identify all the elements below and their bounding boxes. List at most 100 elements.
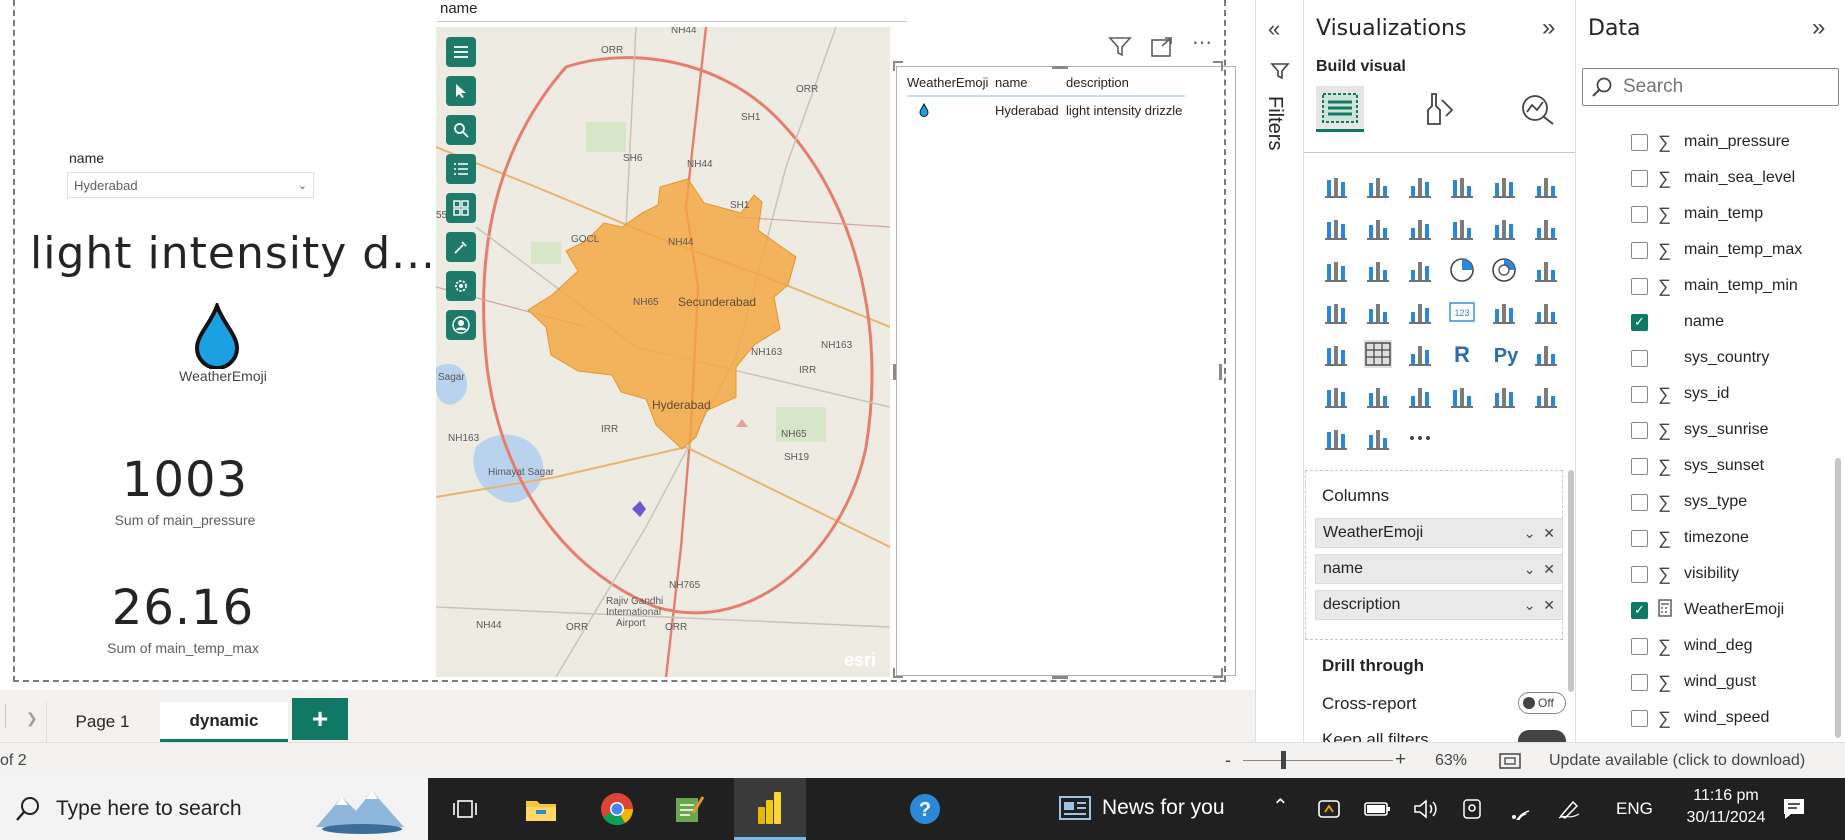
power-bi-icon[interactable] bbox=[734, 778, 806, 840]
notification-icon[interactable] bbox=[1781, 796, 1807, 827]
power-automate-icon[interactable] bbox=[1322, 424, 1350, 452]
field-checkbox[interactable] bbox=[1631, 709, 1648, 727]
slicer-icon[interactable] bbox=[1322, 340, 1350, 368]
add-page-button[interactable]: + bbox=[292, 698, 348, 740]
field-item-wind_deg[interactable]: ∑ wind_deg bbox=[1576, 628, 1836, 664]
close-icon[interactable]: ✕ bbox=[1543, 561, 1555, 577]
ribbon-chart-icon[interactable] bbox=[1532, 214, 1560, 242]
field-checkbox[interactable] bbox=[1631, 133, 1648, 151]
kpi-pressure-value[interactable]: 1003 bbox=[85, 452, 285, 508]
layers-grid-icon[interactable] bbox=[446, 193, 476, 223]
pie-chart-icon[interactable] bbox=[1448, 256, 1476, 284]
description-card[interactable]: light intensity d... bbox=[30, 228, 430, 279]
format-visual-icon[interactable] bbox=[1422, 92, 1456, 131]
update-available-link[interactable]: Update available (click to download) bbox=[1549, 752, 1805, 770]
chevron-down-icon[interactable]: ⌄ bbox=[1524, 561, 1536, 577]
gear-icon[interactable] bbox=[446, 271, 476, 301]
field-checkbox[interactable] bbox=[1631, 421, 1648, 439]
stacked-bar-icon[interactable] bbox=[1322, 172, 1350, 200]
field-checkbox[interactable] bbox=[1631, 385, 1648, 403]
notepad-app-icon[interactable] bbox=[668, 788, 710, 830]
column-well-description[interactable]: description ⌄ ✕ bbox=[1315, 590, 1563, 620]
key-influencers-icon[interactable] bbox=[1532, 340, 1560, 368]
gauge-icon[interactable] bbox=[1406, 298, 1434, 326]
filters-pane[interactable]: « Filters bbox=[1255, 0, 1303, 742]
metrics-trophy-icon[interactable] bbox=[1448, 382, 1476, 410]
field-checkbox[interactable]: ✓ bbox=[1631, 313, 1648, 331]
power-apps-icon[interactable] bbox=[1532, 382, 1560, 410]
chevron-down-icon[interactable]: ⌄ bbox=[1524, 525, 1536, 541]
table-visual[interactable]: WeatherEmoji name description Hyderabad … bbox=[896, 66, 1236, 676]
field-checkbox[interactable] bbox=[1631, 349, 1648, 367]
close-icon[interactable]: ✕ bbox=[1543, 525, 1555, 541]
stacked-area-icon[interactable] bbox=[1406, 214, 1434, 242]
kpi-icon[interactable] bbox=[1532, 298, 1560, 326]
field-item-timezone[interactable]: ∑ timezone bbox=[1576, 520, 1836, 556]
more-options-icon[interactable]: ⋯ bbox=[1192, 33, 1213, 64]
field-item-sys_type[interactable]: ∑ sys_type bbox=[1576, 484, 1836, 520]
zoom-in-button[interactable]: + bbox=[1395, 749, 1406, 771]
funnel-chart-icon[interactable] bbox=[1364, 256, 1392, 284]
field-checkbox[interactable] bbox=[1631, 277, 1648, 295]
paginated-report-icon[interactable] bbox=[1490, 382, 1518, 410]
zoom-slider-thumb[interactable] bbox=[1281, 751, 1286, 769]
field-checkbox[interactable] bbox=[1631, 241, 1648, 259]
resize-handle[interactable] bbox=[1052, 66, 1068, 69]
field-checkbox[interactable]: ✓ bbox=[1631, 601, 1648, 619]
zoom-slider-track[interactable] bbox=[1243, 760, 1393, 761]
resize-handle[interactable] bbox=[893, 61, 903, 71]
collapse-chevrons-icon[interactable]: « bbox=[1268, 16, 1280, 42]
language-indicator[interactable]: ENG bbox=[1616, 799, 1653, 819]
data-pane-scrollbar[interactable] bbox=[1835, 458, 1841, 738]
field-checkbox[interactable] bbox=[1631, 673, 1648, 691]
select-pointer-icon[interactable] bbox=[446, 76, 476, 106]
tab-page-1[interactable]: Page 1 bbox=[46, 702, 158, 742]
resize-handle[interactable] bbox=[1213, 61, 1223, 71]
r-visual-icon[interactable]: R bbox=[1448, 340, 1476, 368]
python-visual-icon[interactable]: Py bbox=[1490, 340, 1519, 368]
clock[interactable]: 11:16 pm 30/11/2024 bbox=[1675, 785, 1777, 829]
field-checkbox[interactable] bbox=[1631, 565, 1648, 583]
help-icon[interactable]: ? bbox=[904, 788, 946, 830]
field-item-weatheremoji[interactable]: ✓ WeatherEmoji bbox=[1576, 592, 1836, 628]
field-item-main_sea_level[interactable]: ∑ main_sea_level bbox=[1576, 160, 1836, 196]
wifi-icon[interactable] bbox=[1509, 798, 1535, 826]
kpi-temp-max-value[interactable]: 26.16 bbox=[83, 580, 283, 636]
map-icon[interactable] bbox=[1322, 298, 1350, 326]
legend-list-icon[interactable] bbox=[446, 154, 476, 184]
field-item-wind_gust[interactable]: ∑ wind_gust bbox=[1576, 664, 1836, 700]
line-stacked-column-icon[interactable] bbox=[1448, 214, 1476, 242]
filled-map-icon[interactable] bbox=[1364, 298, 1392, 326]
field-item-visibility[interactable]: ∑ visibility bbox=[1576, 556, 1836, 592]
waterfall-chart-icon[interactable] bbox=[1322, 256, 1350, 284]
resize-handle[interactable] bbox=[1052, 676, 1068, 679]
search-icon[interactable] bbox=[446, 115, 476, 145]
tab-dynamic[interactable]: dynamic bbox=[160, 702, 288, 742]
area-chart-icon[interactable] bbox=[1364, 214, 1392, 242]
table-icon[interactable] bbox=[1364, 340, 1392, 368]
line-chart-icon[interactable] bbox=[1322, 214, 1350, 242]
chevron-right-icon[interactable]: ❯ bbox=[26, 710, 38, 727]
volume-icon[interactable] bbox=[1413, 798, 1439, 825]
column-well-weatheremoji[interactable]: WeatherEmoji ⌄ ✕ bbox=[1315, 518, 1563, 548]
treemap-icon[interactable] bbox=[1532, 256, 1560, 284]
field-item-wind_speed[interactable]: ∑ wind_speed bbox=[1576, 700, 1836, 736]
column-well-name[interactable]: name ⌄ ✕ bbox=[1315, 554, 1563, 584]
field-item-sys_id[interactable]: ∑ sys_id bbox=[1576, 376, 1836, 412]
field-checkbox[interactable] bbox=[1631, 205, 1648, 223]
data-search-input[interactable] bbox=[1623, 76, 1823, 98]
map-visual[interactable]: NH44 ORR ORR SH1 SH6 NH44 SH1 GOCL NH44 … bbox=[436, 27, 890, 677]
stacked-column-100-icon[interactable] bbox=[1532, 172, 1560, 200]
table-header-weatheremoji[interactable]: WeatherEmoji bbox=[907, 75, 995, 90]
chevron-down-icon[interactable]: ⌄ bbox=[1524, 597, 1536, 613]
filter-icon[interactable] bbox=[1108, 36, 1132, 64]
analytics-magnifier-icon[interactable] bbox=[1519, 92, 1557, 131]
table-header-name[interactable]: name bbox=[995, 75, 1066, 90]
field-item-sys_sunrise[interactable]: ∑ sys_sunrise bbox=[1576, 412, 1836, 448]
clustered-bar-icon[interactable] bbox=[1406, 172, 1434, 200]
chevron-up-icon[interactable]: ⌃ bbox=[1272, 794, 1289, 819]
app-tray-icon[interactable] bbox=[1317, 798, 1343, 825]
slicer-dropdown[interactable]: Hyderabad ⌄ bbox=[67, 172, 314, 198]
field-item-name[interactable]: ✓ name bbox=[1576, 304, 1836, 340]
viz-pane-scrollbar[interactable] bbox=[1568, 470, 1574, 692]
